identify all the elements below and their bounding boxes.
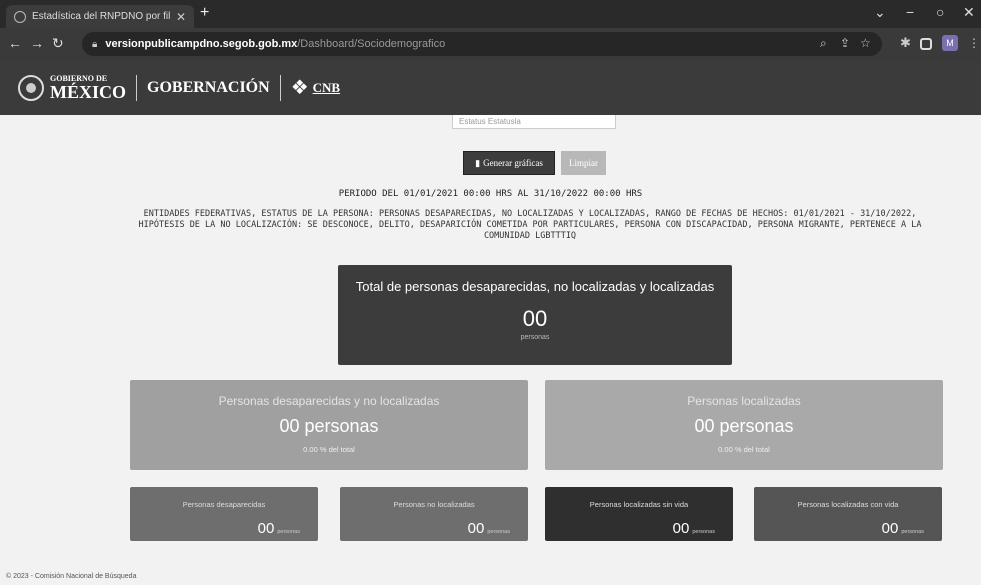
tab-search-icon[interactable]: ⌄ [874, 4, 886, 21]
clear-button[interactable]: Limpiar [561, 151, 606, 175]
sidebar-icon[interactable] [920, 38, 932, 50]
card-percent: 0.00 % del total [303, 445, 355, 454]
browser-tab-bar: Estadística del RNPDNO por filt ✕ + ⌄ − … [0, 0, 981, 28]
browser-address-bar: ← → ↻ 🔒︎ versionpublicampdno.segob.gob.m… [0, 28, 981, 60]
located-dead-card: Personas localizadas sin vida 00 personas [545, 487, 733, 541]
reload-icon[interactable]: ↻ [52, 35, 64, 52]
cnb-emblem-icon: ❖ [290, 77, 309, 99]
card-label: Personas localizadas con vida [797, 500, 899, 509]
disappeared-card: Personas desaparecidas 00 personas [130, 487, 318, 541]
share-icon[interactable]: ⇪ [840, 36, 850, 50]
total-persons-card: Total de personas desaparecidas, no loca… [338, 265, 732, 365]
filters-text: ENTIDADES FEDERATIVAS, ESTATUS DE LA PER… [138, 209, 922, 241]
header-divider [136, 74, 137, 101]
url-field[interactable]: 🔒︎ versionpublicampdno.segob.gob.mx /Das… [82, 32, 882, 56]
not-located-card: Personas no localizadas 00 personas [340, 487, 528, 541]
footer-copyright: © 2023 - Comisión Nacional de Búsqueda [0, 560, 981, 585]
dashboard-content: Estatus Estatusla ▮ Generar gráficas Lim… [0, 115, 981, 560]
lock-icon: 🔒︎ [92, 38, 98, 50]
status-select[interactable]: Estatus Estatusla [452, 115, 616, 129]
url-host: versionpublicampdno.segob.gob.mx [105, 38, 298, 50]
card-value: 00 personas [279, 416, 379, 436]
card-value: 00 [522, 306, 548, 331]
located-alive-card: Personas localizadas con vida 00 personas [754, 487, 942, 541]
card-label: Personas desaparecidas y no localizadas [218, 394, 440, 408]
card-label: Personas localizadas sin vida [589, 500, 689, 509]
maximize-icon[interactable]: ○ [936, 4, 944, 20]
close-window-icon[interactable]: ✕ [963, 4, 975, 21]
back-arrow-icon[interactable]: ← [8, 35, 22, 51]
card-unit: personas [520, 334, 550, 341]
card-value: 00 personas [694, 416, 794, 436]
browser-tab[interactable]: Estadística del RNPDNO por filt ✕ [6, 5, 194, 28]
period-text: PERIODO DEL 01/01/2021 00:00 HRS AL 31/1… [338, 189, 643, 199]
gobernacion-logo[interactable]: GOBERNACIÓN [147, 79, 270, 97]
zoom-icon[interactable]: ⌕ [820, 36, 827, 51]
header-divider [279, 74, 281, 101]
generate-charts-button[interactable]: ▮ Generar gráficas [463, 151, 555, 175]
card-percent: 0.00 % del total [718, 445, 770, 454]
site-header: GOBIERNO DE MÉXICO GOBERNACIÓN ❖ CNB [0, 60, 981, 115]
globe-icon [14, 10, 26, 23]
menu-kebab-icon[interactable]: ⋮ [968, 36, 980, 50]
gobierno-de-mexico-logo[interactable]: GOBIERNO DE MÉXICO [50, 74, 126, 101]
url-path: /Dashboard/Sociodemografico [297, 38, 446, 50]
cnb-logo[interactable]: CNB [313, 80, 340, 96]
card-value: 00 personas [467, 520, 510, 537]
extensions-puzzle-icon[interactable]: ✱ [900, 35, 911, 51]
forward-arrow-icon[interactable]: → [30, 35, 44, 51]
missing-persons-card: Personas desaparecidas y no localizadas … [130, 380, 528, 470]
located-persons-card: Personas localizadas 00 personas 0.00 % … [545, 380, 943, 470]
card-label: Personas localizadas [687, 394, 801, 408]
card-label: Personas no localizadas [393, 500, 475, 509]
bookmark-star-icon[interactable]: ☆ [860, 36, 871, 50]
mexico-seal-icon [18, 74, 44, 101]
card-label: Personas desaparecidas [182, 500, 266, 509]
card-value: 00 personas [881, 520, 924, 537]
card-label: Total de personas desaparecidas, no loca… [355, 279, 715, 294]
tab-close-icon[interactable]: ✕ [176, 10, 186, 24]
minimize-icon[interactable]: − [906, 4, 914, 20]
new-tab-button[interactable]: + [200, 4, 209, 22]
card-value: 00 personas [672, 520, 715, 537]
chart-icon: ▮ [475, 157, 481, 168]
card-value: 00 personas [257, 520, 300, 537]
profile-avatar[interactable]: M [942, 35, 958, 51]
tab-title: Estadística del RNPDNO por filt [32, 11, 170, 22]
